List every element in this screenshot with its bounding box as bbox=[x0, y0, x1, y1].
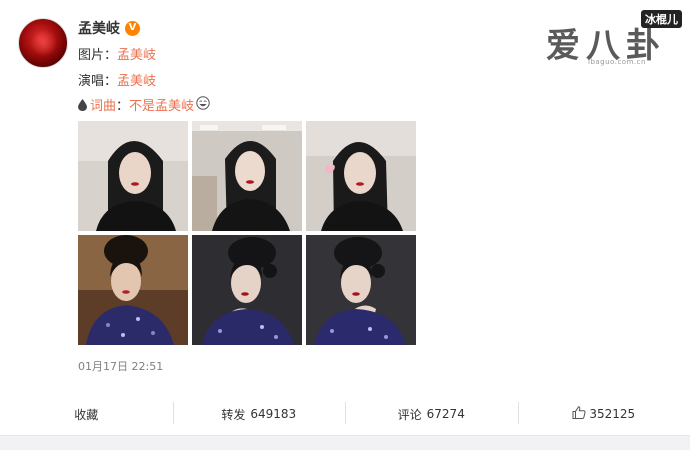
like-count: 352125 bbox=[589, 407, 636, 421]
repost-button[interactable]: 转发 649183 bbox=[172, 400, 346, 428]
drop-icon bbox=[78, 98, 87, 111]
line-label: 图片： bbox=[78, 48, 118, 63]
topic-link[interactable]: 词曲 bbox=[90, 95, 116, 114]
post-line-vocal: 演唱： 孟美岐 bbox=[78, 70, 156, 89]
comment-label: 评论 bbox=[397, 407, 422, 422]
watermark-tag: 冰棍儿 bbox=[641, 10, 682, 28]
weibo-post-card: 孟美岐 V 图片： 孟美岐 演唱： 孟美岐 词曲 ： 不是孟美岐 01月17日 … bbox=[0, 0, 690, 436]
comment-count: 67274 bbox=[426, 407, 465, 421]
smile-emoji-icon bbox=[196, 95, 210, 114]
post-line-photo: 图片： 孟美岐 bbox=[78, 44, 156, 63]
mention-link[interactable]: 不是孟美岐 bbox=[129, 95, 194, 114]
username[interactable]: 孟美岐 bbox=[78, 18, 120, 38]
comment-button[interactable]: 评论 67274 bbox=[345, 400, 518, 428]
collect-button[interactable]: 收藏 bbox=[0, 400, 173, 428]
mention-link[interactable]: 孟美岐 bbox=[117, 44, 156, 63]
line-label: 演唱： bbox=[78, 74, 118, 89]
avatar[interactable] bbox=[18, 18, 68, 68]
photo-3[interactable] bbox=[306, 121, 416, 231]
line-colon: ： bbox=[116, 99, 130, 114]
post-line-lyrics: 词曲 ： 不是孟美岐 bbox=[78, 95, 210, 114]
verified-icon: V bbox=[125, 20, 140, 36]
post-timestamp[interactable]: 01月17日 22:51 bbox=[78, 358, 163, 374]
photo-4[interactable] bbox=[78, 235, 188, 345]
mention-link[interactable]: 孟美岐 bbox=[117, 70, 156, 89]
photo-5[interactable] bbox=[192, 235, 302, 345]
like-button[interactable]: 352125 bbox=[517, 400, 690, 428]
photo-1[interactable] bbox=[78, 121, 188, 231]
collect-label: 收藏 bbox=[74, 407, 99, 422]
photo-2[interactable] bbox=[192, 121, 302, 231]
repost-count: 649183 bbox=[250, 407, 297, 421]
action-bar: 收藏 转发 649183 评论 67274 352125 bbox=[0, 400, 690, 428]
photo-grid bbox=[78, 121, 416, 345]
thumb-up-icon bbox=[572, 406, 586, 422]
watermark-url: ibaguo.com.cn bbox=[588, 58, 646, 66]
repost-label: 转发 bbox=[221, 407, 246, 422]
site-watermark: 爱八卦 冰棍儿 ibaguo.com.cn bbox=[546, 10, 682, 70]
user-row: 孟美岐 V bbox=[78, 18, 140, 38]
photo-6[interactable] bbox=[306, 235, 416, 345]
